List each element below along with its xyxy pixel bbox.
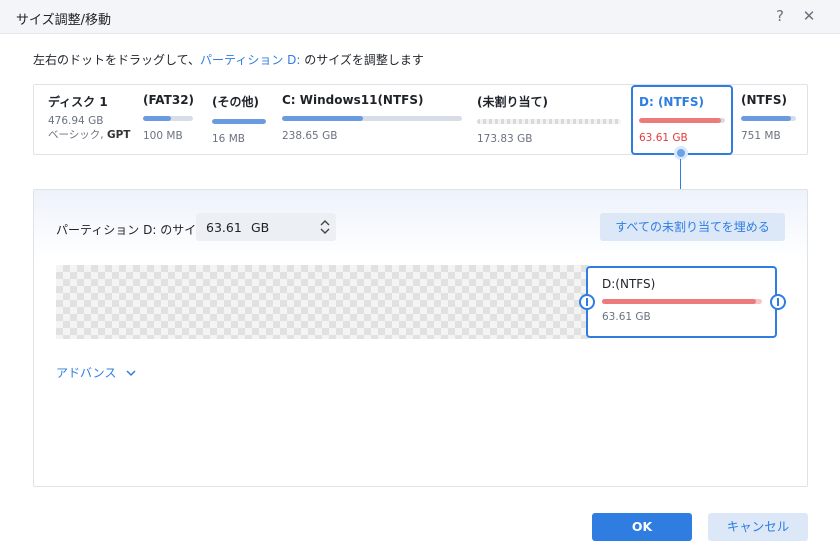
partition-size-value[interactable]: 63.61 — [206, 220, 242, 235]
disk-type-prefix: ベーシック, — [48, 129, 107, 141]
partition-size: 173.83 GB — [477, 133, 533, 145]
help-icon[interactable]: ? — [772, 7, 788, 27]
partition-fat32[interactable]: (FAT32) 100 MB — [143, 93, 195, 142]
partition-usage-bar — [741, 116, 796, 121]
partition-usage-bar — [282, 116, 462, 121]
partition-size-stepper[interactable]: 63.61 GB — [196, 213, 336, 241]
title-bar: サイズ調整/移動 ? ✕ — [0, 0, 840, 34]
fill-unallocated-button[interactable]: すべての未割り当てを埋める — [600, 213, 785, 241]
disk-name: ディスク 1 — [48, 95, 108, 109]
close-icon[interactable]: ✕ — [801, 7, 817, 27]
partition-usage-fill — [212, 119, 266, 124]
partition-name: C: Windows11(NTFS) — [282, 93, 424, 107]
disk-type-bold: GPT — [106, 129, 131, 141]
partition-usage-bar — [639, 118, 725, 123]
disk-map: ディスク 1 476.94 GB ベーシック, GPT (FAT32) 100 … — [33, 84, 808, 155]
partition-other[interactable]: (その他) 16 MB — [212, 93, 266, 145]
partition-unallocated-bar — [477, 119, 621, 124]
spin-updown-icon[interactable] — [318, 217, 332, 237]
partition-size-label: パーティション D: のサイズ — [56, 223, 208, 237]
disk-type: ベーシック, GPT — [48, 128, 143, 142]
partition-size: 238.65 GB — [282, 130, 338, 142]
partition-unallocated[interactable]: (未割り当て) 173.83 GB — [477, 93, 621, 145]
partition-size: 100 MB — [143, 130, 183, 142]
partition-name: (FAT32) — [143, 93, 195, 107]
partition-size: 16 MB — [212, 133, 245, 145]
partition-name: (その他) — [212, 95, 259, 109]
selection-connector-line — [680, 159, 681, 189]
window-title: サイズ調整/移動 — [16, 13, 111, 28]
partition-usage-fill — [741, 116, 791, 121]
spin-chevrons-icon — [320, 220, 330, 234]
instruction-prefix: 左右のドットをドラッグして、 — [33, 53, 201, 67]
partition-size: 63.61 GB — [639, 132, 688, 144]
advanced-toggle[interactable]: アドバンス — [56, 364, 136, 381]
resize-partition-size: 63.61 GB — [602, 311, 651, 323]
partition-d-selected[interactable]: D: (NTFS) 63.61 GB — [631, 85, 733, 155]
resize-partition-usage-bar — [602, 299, 762, 304]
disk-capacity: 476.94 GB — [48, 115, 104, 127]
disk-info: ディスク 1 476.94 GB ベーシック, GPT — [48, 93, 143, 142]
instruction-partition: パーティション D: — [200, 53, 301, 67]
partition-usage-bar — [143, 116, 193, 121]
partition-name: (NTFS) — [741, 93, 788, 107]
partition-usage-bar — [212, 119, 266, 124]
left-resize-handle[interactable] — [579, 294, 595, 310]
selection-connector-dot — [674, 146, 688, 160]
partition-name: D: (NTFS) — [639, 95, 704, 109]
right-resize-handle[interactable] — [770, 294, 786, 310]
partition-size-unit: GB — [251, 220, 270, 235]
instruction-text: 左右のドットをドラッグして、パーティション D: のサイズを調整します — [33, 51, 424, 68]
partition-c[interactable]: C: Windows11(NTFS) 238.65 GB — [282, 93, 462, 142]
partition-size: 751 MB — [741, 130, 781, 142]
instruction-suffix: のサイズを調整します — [300, 53, 424, 67]
resize-panel: パーティション D: のサイズ 63.61 GB すべての未割り当てを埋める D… — [33, 189, 808, 487]
resize-partition-name: D:(NTFS) — [602, 277, 656, 291]
partition-name: (未割り当て) — [477, 95, 548, 109]
advanced-label: アドバンス — [56, 366, 117, 380]
partition-usage-fill — [143, 116, 171, 121]
partition-usage-fill — [639, 118, 721, 123]
resize-partition-usage-fill — [602, 299, 756, 304]
partition-usage-fill — [282, 116, 363, 121]
unallocated-space-track — [56, 265, 589, 339]
ok-button[interactable]: OK — [592, 513, 692, 541]
partition-ntfs-recovery[interactable]: (NTFS) 751 MB — [741, 93, 796, 142]
partition-d-resize-box[interactable]: D:(NTFS) 63.61 GB — [579, 266, 786, 338]
cancel-button[interactable]: キャンセル — [708, 513, 808, 541]
chevron-down-icon — [126, 369, 136, 380]
